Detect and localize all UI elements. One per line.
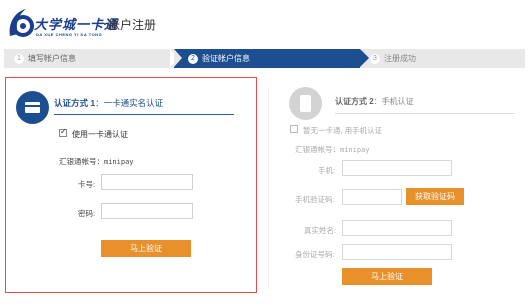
use-card-checkbox-label[interactable]: 使用一卡通认证	[72, 129, 128, 140]
sms-code-label: 手机验证码:	[295, 195, 335, 204]
card-verification-panel: 认证方式 1：一卡通实名认证 使用一卡通认证 汇银通帐号：minipay 卡号:…	[5, 77, 257, 293]
get-sms-code-button[interactable]: 获取验证码	[406, 188, 464, 205]
logo-mark-icon	[9, 9, 34, 37]
card-number-input[interactable]	[101, 174, 193, 190]
logo: 大学城一卡通 DA XUE CHENG YI KA TONG	[6, 6, 117, 44]
use-card-checkbox[interactable]	[59, 127, 67, 137]
step-label: 注册成功	[384, 54, 416, 63]
title-underline	[54, 114, 234, 115]
step-1: 1 填写帐户信息	[14, 49, 76, 68]
real-name-label: 真实姓名:	[304, 226, 337, 235]
account-info: 汇银通帐号：minipay	[295, 144, 370, 155]
account-info: 汇银通帐号：minipay	[59, 156, 134, 167]
page-title: 帐户注册	[108, 18, 157, 32]
account-label: 汇银通帐号：	[295, 145, 340, 154]
step-number: 1	[14, 53, 24, 64]
sms-code-input[interactable]	[342, 189, 402, 205]
phone-input[interactable]	[342, 160, 452, 176]
step-number: 2	[188, 53, 198, 64]
phone-label: 手机:	[318, 166, 336, 175]
step-arrow	[174, 49, 182, 67]
card-icon	[16, 91, 49, 124]
verify-card-button[interactable]: 马上验证	[101, 240, 191, 257]
id-number-label: 身份证号码:	[295, 250, 335, 259]
step-label: 填写帐户信息	[28, 54, 76, 63]
account-label: 汇银通帐号：	[59, 157, 104, 166]
card-number-label: 卡号:	[78, 180, 96, 189]
step-arrow	[360, 49, 369, 67]
id-number-input[interactable]	[342, 244, 452, 260]
verify-phone-button[interactable]: 马上验证	[342, 268, 432, 285]
panel-title: 认证方式 2：手机认证	[335, 97, 414, 106]
use-phone-checkbox-label[interactable]: 暂无一卡通, 用手机认证	[303, 125, 382, 136]
panel-title: 认证方式 1：一卡通实名认证	[54, 98, 164, 108]
title-dot	[104, 23, 106, 25]
title-underline	[335, 113, 515, 114]
step-progress-bar: 1 填写帐户信息 2 验证帐户信息 3 注册成功	[4, 49, 525, 68]
phone-icon	[289, 87, 322, 120]
panel-divider	[268, 88, 269, 288]
password-input[interactable]	[101, 203, 193, 219]
real-name-input[interactable]	[342, 220, 452, 236]
password-label: 密码:	[78, 209, 96, 218]
step-2-active: 2 验证帐户信息	[174, 49, 360, 68]
step-3: 3 注册成功	[370, 49, 416, 68]
step-label: 验证帐户信息	[202, 54, 250, 63]
phone-verification-panel: 认证方式 2：手机认证 暂无一卡通, 用手机认证 汇银通帐号：minipay 手…	[280, 77, 525, 293]
account-value: minipay	[340, 146, 370, 154]
logo-subtext: DA XUE CHENG YI KA TONG	[36, 32, 103, 37]
account-value: minipay	[104, 158, 134, 166]
step-number: 3	[370, 53, 380, 64]
use-phone-checkbox[interactable]	[290, 125, 298, 133]
